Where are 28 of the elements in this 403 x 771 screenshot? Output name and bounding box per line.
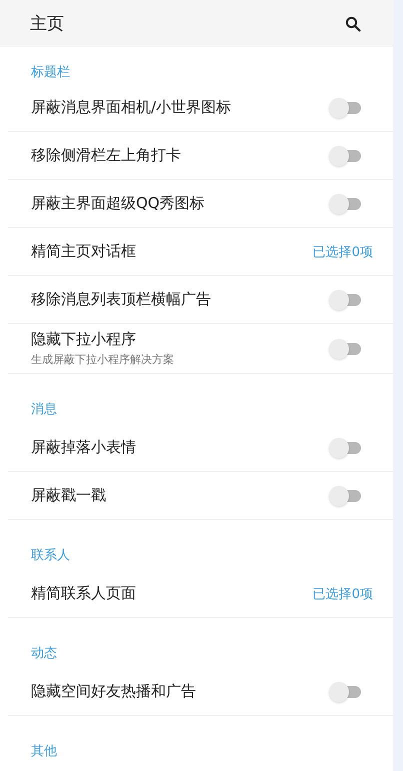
- setting-label: 隐藏下拉小程序: [31, 330, 137, 349]
- setting-label: 屏蔽主界面超级QQ秀图标: [31, 194, 205, 213]
- setting-label: 屏蔽掉落小表情: [31, 438, 136, 457]
- toggle-switch[interactable]: [329, 682, 363, 702]
- section-title: 联系人: [30, 547, 71, 565]
- setting-description: 生成屏蔽下拉小程序解决方案: [31, 352, 174, 367]
- setting-label: 精简联系人页面: [31, 584, 136, 603]
- selection-count-link[interactable]: 已选择0项: [312, 242, 373, 260]
- search-icon[interactable]: [345, 16, 361, 32]
- section-title: 动态: [30, 645, 58, 663]
- toggle-switch[interactable]: [329, 98, 363, 118]
- toggle-switch[interactable]: [329, 146, 363, 166]
- toggle-switch[interactable]: [329, 338, 363, 358]
- setting-label: 屏蔽戳一戳: [31, 486, 106, 505]
- toggle-switch[interactable]: [329, 194, 363, 214]
- page-title: 主页: [30, 13, 64, 35]
- setting-label: 精简主页对话框: [31, 242, 136, 261]
- setting-label: 隐藏空间好友热播和广告: [31, 682, 196, 701]
- setting-label: 屏蔽消息界面相机/小世界图标: [31, 98, 232, 117]
- selection-count-link[interactable]: 已选择0项: [312, 584, 373, 602]
- toggle-switch[interactable]: [329, 290, 363, 310]
- section-title: 消息: [30, 401, 58, 419]
- toggle-switch[interactable]: [329, 486, 363, 506]
- section-title: 标题栏: [30, 64, 71, 82]
- section-title: 其他: [30, 743, 58, 761]
- setting-label: 移除侧滑栏左上角打卡: [31, 146, 181, 165]
- setting-label: 移除消息列表顶栏横幅广告: [31, 290, 211, 309]
- toggle-switch[interactable]: [329, 438, 363, 458]
